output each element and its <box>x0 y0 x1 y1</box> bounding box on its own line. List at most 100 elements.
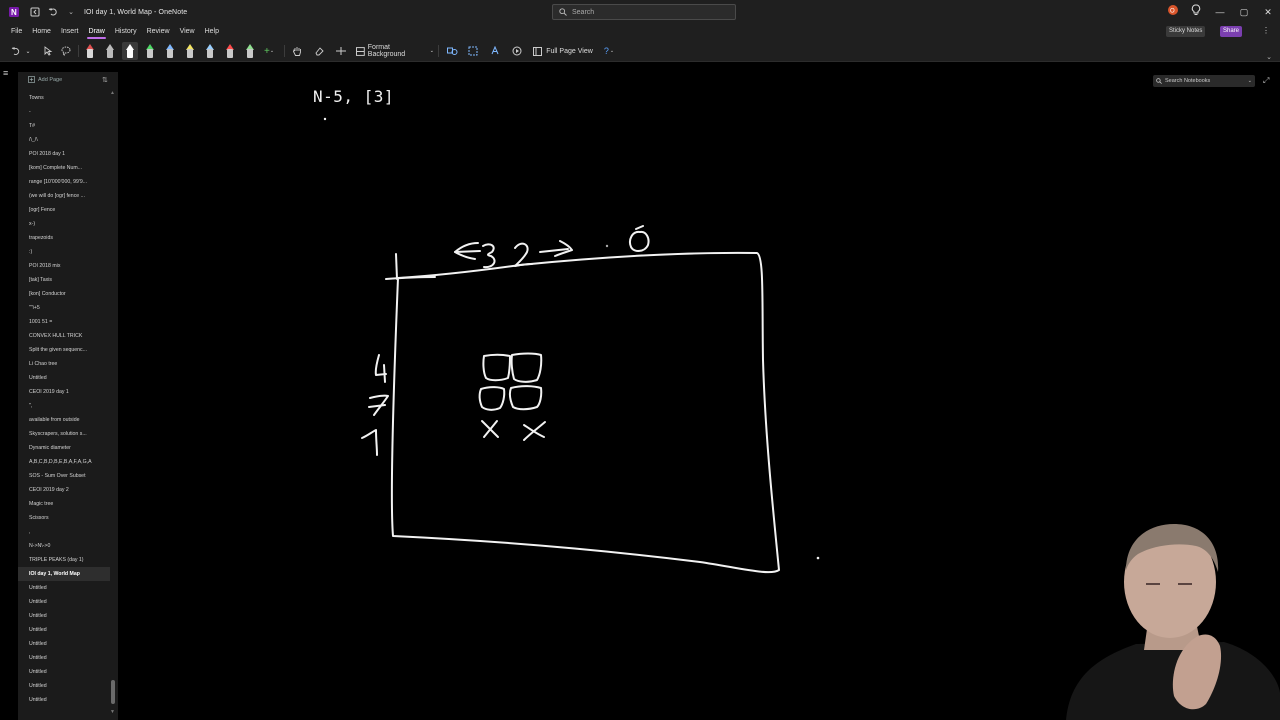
format-background-button[interactable]: Format Background ⌄ <box>356 43 434 59</box>
page-item[interactable]: 1001 51 = <box>18 315 110 329</box>
shapes-icon[interactable] <box>444 43 460 59</box>
page-item[interactable]: CONVEX HULL TRICK <box>18 329 110 343</box>
page-item[interactable]: Untitled <box>18 623 110 637</box>
ink-to-text-icon[interactable] <box>488 43 502 59</box>
menu-history[interactable]: History <box>110 25 142 39</box>
page-item[interactable]: [kon] Conductor <box>18 287 110 301</box>
page-item[interactable]: Towns <box>18 91 110 105</box>
back-icon[interactable] <box>28 5 42 19</box>
pen-light-green[interactable] <box>244 43 256 59</box>
page-item[interactable]: CEOI 2019 day 1 <box>18 385 110 399</box>
ribbon-undo-dropdown-icon[interactable]: ⌄ <box>24 43 32 59</box>
eraser-icon[interactable] <box>312 43 326 59</box>
undo-icon[interactable] <box>46 5 60 19</box>
page-item[interactable]: Untitled <box>18 679 110 693</box>
customize-toolbar-icon[interactable]: ⌄ <box>64 5 78 19</box>
page-item[interactable]: Li Chao tree <box>18 357 110 371</box>
select-objects-icon[interactable] <box>42 43 54 59</box>
help-icon[interactable]: ? ⌄ <box>600 43 618 59</box>
close-icon[interactable]: ✕ <box>1260 4 1276 20</box>
page-item[interactable]: Untitled <box>18 637 110 651</box>
page-item[interactable]: A,B,C,B,D,B,E,B,A,F,A,G,A <box>18 455 110 469</box>
page-item[interactable]: , <box>18 525 110 539</box>
ribbon-undo-icon[interactable] <box>10 43 22 59</box>
add-page-button[interactable]: Add Page <box>28 76 62 83</box>
page-heading[interactable]: N-5, [3] <box>313 87 394 106</box>
pen-2-selected[interactable] <box>122 42 138 60</box>
page-item[interactable]: available from outside <box>18 413 110 427</box>
lasso-select-icon[interactable] <box>60 43 72 59</box>
page-item[interactable]: Untitled <box>18 693 110 707</box>
page-item[interactable]: x-) <box>18 217 110 231</box>
highlighter-yellow[interactable] <box>184 43 196 59</box>
menu-help[interactable]: Help <box>200 25 224 39</box>
menu-draw[interactable]: Draw <box>83 25 109 39</box>
page-item[interactable]: N->N\->0 <box>18 539 110 553</box>
sticky-notes-button[interactable]: Sticky Notes <box>1166 26 1206 37</box>
full-page-view-button[interactable]: Full Page View <box>532 43 594 59</box>
page-item[interactable]: - <box>18 105 110 119</box>
pen-sky[interactable] <box>204 43 216 59</box>
page-item[interactable]: Untitled <box>18 609 110 623</box>
search-box[interactable]: Search <box>552 4 736 20</box>
search-icon <box>1156 78 1162 84</box>
page-item[interactable]: Scissors <box>18 511 110 525</box>
lightbulb-icon[interactable] <box>1188 4 1204 20</box>
menu-insert[interactable]: Insert <box>56 25 84 39</box>
pen-3[interactable] <box>104 43 116 59</box>
menu-review[interactable]: Review <box>142 25 175 39</box>
page-item[interactable]: trapezoids <box>18 231 110 245</box>
page-item[interactable]: :) <box>18 245 110 259</box>
page-item[interactable]: [tak] Taxis <box>18 273 110 287</box>
pan-hand-icon[interactable] <box>290 43 304 59</box>
page-item[interactable]: Untitled <box>18 595 110 609</box>
page-item[interactable]: (we will do [ogr] fence ... <box>18 189 110 203</box>
pen-green[interactable] <box>144 43 156 59</box>
page-item[interactable]: TRIPLE PEAKS (day 1) <box>18 553 110 567</box>
page-item[interactable]: Dynamic diameter <box>18 441 110 455</box>
page-item[interactable]: Untitled <box>18 371 110 385</box>
page-item[interactable]: Untitled <box>18 665 110 679</box>
ink-to-shape-icon[interactable] <box>466 43 480 59</box>
menu-view[interactable]: View <box>175 25 200 39</box>
page-item[interactable]: Untitled <box>18 581 110 595</box>
scroll-up-icon[interactable]: ▲ <box>110 90 115 96</box>
page-item[interactable]: Split the given sequenc... <box>18 343 110 357</box>
pen-light-blue[interactable] <box>164 43 176 59</box>
maximize-icon[interactable]: ▢ <box>1236 4 1252 20</box>
pen-1[interactable] <box>84 43 96 59</box>
hamburger-menu-icon[interactable]: ≡ <box>3 68 13 78</box>
page-item[interactable]: /\_/\ <box>18 133 110 147</box>
page-item[interactable]: [ogr] Fence <box>18 203 110 217</box>
menu-file[interactable]: File <box>6 25 27 39</box>
office-account-icon[interactable]: O <box>1165 4 1181 20</box>
expand-page-icon[interactable]: ⤢ <box>1263 76 1269 86</box>
share-button[interactable]: Share <box>1220 26 1243 37</box>
minimize-icon[interactable]: — <box>1212 4 1228 20</box>
page-item[interactable]: [kom] Complete Num... <box>18 161 110 175</box>
page-item[interactable]: T# <box>18 119 110 133</box>
search-notebooks-box[interactable]: Search Notebooks ⌄ <box>1153 75 1255 87</box>
page-item[interactable]: POI 2018 mix <box>18 259 110 273</box>
page-item[interactable]: Skyscrapers, solution s... <box>18 427 110 441</box>
more-options-icon[interactable]: ⋮ <box>1262 26 1270 35</box>
page-item[interactable]: ""i+5 <box>18 301 110 315</box>
scrollbar-thumb[interactable] <box>111 680 115 704</box>
add-pen-icon[interactable]: + ⌄ <box>262 43 276 59</box>
collapse-ribbon-icon[interactable]: ⌄ <box>1266 53 1272 61</box>
page-item[interactable]: CEOI 2019 day 2 <box>18 483 110 497</box>
page-item[interactable]: range [10'000'000, 99'9... <box>18 175 110 189</box>
pen-icon <box>206 44 214 58</box>
page-item[interactable]: ", <box>18 399 110 413</box>
page-item[interactable]: SOS - Sum Over Subset <box>18 469 110 483</box>
page-item-selected[interactable]: IOI day 1, World Map <box>18 567 110 581</box>
pen-red[interactable] <box>224 43 236 59</box>
page-item[interactable]: Untitled <box>18 651 110 665</box>
insert-space-icon[interactable] <box>334 43 348 59</box>
sort-pages-icon[interactable]: ⇅ <box>102 76 108 84</box>
scroll-down-icon[interactable]: ▼ <box>110 709 115 715</box>
page-item[interactable]: Magic tree <box>18 497 110 511</box>
ink-replay-icon[interactable] <box>510 43 524 59</box>
menu-home[interactable]: Home <box>27 25 56 39</box>
page-item[interactable]: POI 2018 day 1 <box>18 147 110 161</box>
